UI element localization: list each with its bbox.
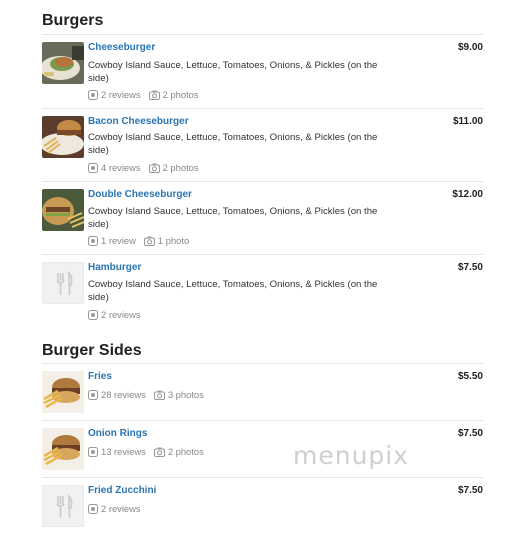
photos-count: 1 photo	[157, 235, 190, 246]
review-icon	[88, 446, 98, 457]
item-meta: 28 reviews 3 photos	[88, 389, 212, 400]
menu-item: Cheeseburger $9.00 Cowboy Island Sauce, …	[42, 42, 484, 102]
photos-count: 3 photos	[167, 389, 204, 400]
reviews-link[interactable]: 2 reviews	[88, 503, 141, 514]
review-icon	[88, 389, 98, 400]
reviews-count: 4 reviews	[101, 162, 141, 173]
item-price: $9.00	[457, 42, 483, 53]
fork-knife-placeholder-icon	[42, 262, 84, 304]
reviews-link[interactable]: 2 reviews	[88, 309, 141, 320]
divider	[42, 181, 484, 182]
menu-item: Double Cheeseburger $12.00 Cowboy Island…	[42, 189, 484, 249]
item-price: $7.50	[457, 428, 483, 439]
menu-item: Hamburger $7.50 Cowboy Island Sauce, Let…	[42, 262, 484, 322]
menupix-watermark: menupix	[293, 441, 410, 470]
item-name[interactable]: Fried Zucchini	[88, 485, 156, 496]
item-name[interactable]: Onion Rings	[88, 428, 147, 439]
item-photo[interactable]	[42, 42, 84, 84]
photos-count: 2 photos	[167, 446, 204, 457]
reviews-count: 2 reviews	[101, 309, 141, 320]
item-photo[interactable]	[42, 428, 84, 470]
divider	[42, 477, 484, 478]
item-name[interactable]: Cheeseburger	[88, 42, 155, 53]
camera-icon	[148, 163, 160, 173]
review-icon	[88, 162, 98, 173]
item-price: $5.50	[457, 371, 483, 382]
item-price: $7.50	[457, 485, 483, 496]
reviews-link[interactable]: 2 reviews	[88, 89, 141, 100]
item-meta: 1 review 1 photo	[88, 235, 197, 246]
reviews-link[interactable]: 13 reviews	[88, 446, 146, 457]
divider	[42, 108, 484, 109]
menu-item: Fried Zucchini $7.50 2 reviews	[42, 485, 484, 529]
item-name[interactable]: Bacon Cheeseburger	[88, 116, 189, 127]
photos-link[interactable]: 2 photos	[148, 162, 199, 173]
item-description: Cowboy Island Sauce, Lettuce, Tomatoes, …	[88, 279, 378, 303]
menu-item: Bacon Cheeseburger $11.00 Cowboy Island …	[42, 116, 484, 176]
reviews-count: 2 reviews	[101, 503, 141, 514]
menu-item: Onion Rings $7.50 13 reviews 2 photos	[42, 428, 484, 472]
section-title-burger-sides: Burger Sides	[42, 342, 142, 359]
section-title-burgers: Burgers	[42, 12, 104, 29]
camera-icon	[153, 447, 165, 457]
photos-link[interactable]: 1 photo	[143, 235, 190, 246]
reviews-link[interactable]: 1 review	[88, 235, 136, 246]
reviews-count: 28 reviews	[101, 389, 146, 400]
photos-count: 2 photos	[162, 162, 199, 173]
camera-icon	[153, 390, 165, 400]
divider	[42, 420, 484, 421]
photos-link[interactable]: 3 photos	[153, 389, 204, 400]
item-meta: 2 reviews	[88, 503, 149, 514]
item-description: Cowboy Island Sauce, Lettuce, Tomatoes, …	[88, 60, 378, 84]
fork-knife-placeholder-icon	[42, 485, 84, 527]
menu-item: Fries $5.50 28 reviews 3 photos	[42, 371, 484, 415]
camera-icon	[148, 90, 160, 100]
item-description: Cowboy Island Sauce, Lettuce, Tomatoes, …	[88, 132, 378, 156]
review-icon	[88, 309, 98, 320]
review-icon	[88, 235, 98, 246]
item-name[interactable]: Fries	[88, 371, 112, 382]
divider	[42, 254, 484, 255]
item-name[interactable]: Hamburger	[88, 262, 141, 273]
reviews-count: 1 review	[101, 235, 136, 246]
item-photo[interactable]	[42, 116, 84, 158]
item-meta: 2 reviews 2 photos	[88, 89, 207, 100]
item-price: $7.50	[457, 262, 483, 273]
item-photo[interactable]	[42, 189, 84, 231]
item-description: Cowboy Island Sauce, Lettuce, Tomatoes, …	[88, 206, 378, 230]
reviews-count: 2 reviews	[101, 89, 141, 100]
reviews-link[interactable]: 28 reviews	[88, 389, 146, 400]
item-price: $12.00	[452, 189, 483, 200]
photos-count: 2 photos	[162, 89, 199, 100]
photos-link[interactable]: 2 photos	[153, 446, 204, 457]
item-price: $11.00	[452, 116, 483, 127]
item-meta: 4 reviews 2 photos	[88, 162, 207, 173]
review-icon	[88, 89, 98, 100]
item-photo[interactable]	[42, 371, 84, 413]
item-meta: 13 reviews 2 photos	[88, 446, 212, 457]
item-meta: 2 reviews	[88, 309, 149, 320]
photos-link[interactable]: 2 photos	[148, 89, 199, 100]
reviews-link[interactable]: 4 reviews	[88, 162, 141, 173]
camera-icon	[143, 236, 155, 246]
review-icon	[88, 503, 98, 514]
divider	[42, 363, 484, 364]
item-name[interactable]: Double Cheeseburger	[88, 189, 192, 200]
reviews-count: 13 reviews	[101, 446, 146, 457]
divider	[42, 34, 484, 35]
